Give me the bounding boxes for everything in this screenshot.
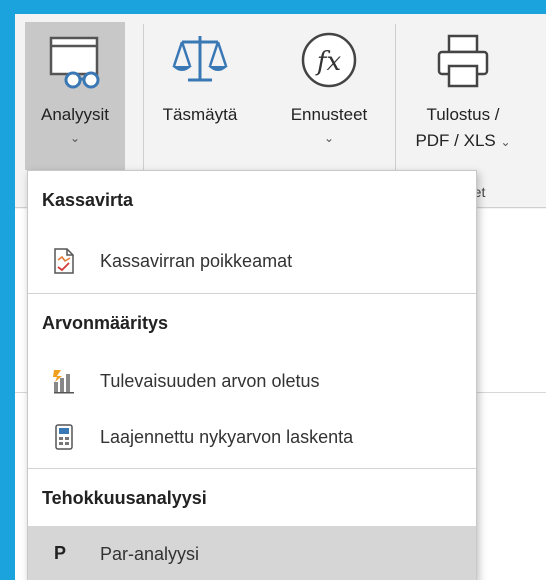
section-header-cashflow: Kassavirta	[28, 171, 476, 229]
menu-item-label: Tulevaisuuden arvon oletus	[100, 371, 320, 391]
chevron-down-icon: ⌄	[323, 131, 335, 145]
section-header-label: Arvonmääritys	[42, 313, 169, 333]
menu-item-label: Par-analyysi	[100, 544, 200, 564]
analysis-button[interactable]: Analyysit ⌄	[25, 22, 125, 170]
svg-text:fx: fx	[315, 47, 342, 77]
menu-item-cashflow-variance[interactable]: Kassavirran poikkeamat	[28, 233, 476, 289]
chevron-down-icon: ⌄	[69, 131, 81, 145]
forecast-button[interactable]: fx Ennusteet ⌄	[277, 22, 381, 170]
print-button[interactable]: Tulostus / PDF / XLS ⌄	[403, 22, 523, 170]
chevron-down-icon: ⌄	[500, 135, 511, 149]
section-header-efficiency: Tehokkuusanalyysi	[28, 469, 476, 527]
analysis-dropdown-menu: Kassavirta Kassavirran poikkeamat Arvonm…	[27, 170, 477, 580]
printer-icon	[437, 34, 489, 88]
app-window: Analyysit ⌄ Täsmäytä fx Ennusteet ⌄ Tulo…	[15, 14, 546, 580]
calculator-icon	[55, 424, 73, 450]
section-header-valuation: Arvonmääritys	[28, 294, 476, 352]
menu-item-par-analysis[interactable]: P Par-analyysi	[28, 526, 476, 580]
section-header-label: Kassavirta	[42, 190, 134, 210]
ribbon-separator	[395, 24, 396, 174]
menu-item-future-value[interactable]: Tulevaisuuden arvon oletus	[28, 353, 476, 409]
menu-item-label: Kassavirran poikkeamat	[100, 251, 293, 271]
glasses-window-icon	[49, 36, 100, 89]
print-label-line2: PDF / XLS ⌄	[403, 131, 523, 151]
scale-icon	[172, 36, 228, 82]
function-icon: fx	[301, 32, 357, 88]
print-label-line1: Tulostus /	[426, 105, 500, 124]
p-letter-icon: P	[54, 543, 67, 563]
reconcile-label: Täsmäytä	[162, 105, 238, 124]
section-header-label: Tehokkuusanalyysi	[42, 488, 207, 508]
forecast-label: Ennusteet	[290, 105, 368, 124]
print-format-label: PDF / XLS	[415, 131, 496, 150]
future-value-icon	[53, 370, 74, 394]
cashflow-doc-icon	[54, 248, 74, 274]
analysis-label: Analyysit	[40, 105, 110, 124]
ribbon-separator	[143, 24, 144, 174]
reconcile-button[interactable]: Täsmäytä	[149, 22, 251, 152]
menu-item-label: Laajennettu nykyarvon laskenta	[100, 427, 354, 447]
menu-item-extended-npv[interactable]: Laajennettu nykyarvon laskenta	[28, 409, 476, 465]
